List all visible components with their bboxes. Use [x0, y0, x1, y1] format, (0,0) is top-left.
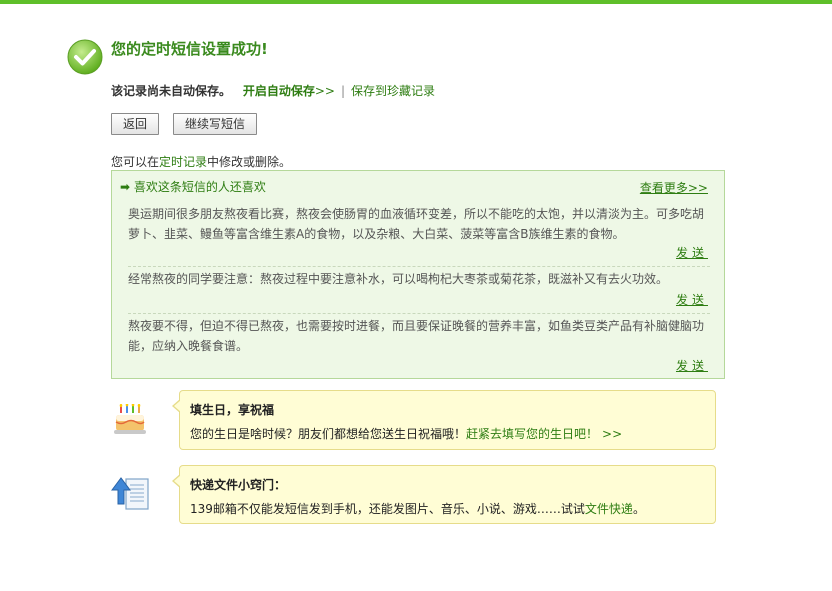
view-more-link[interactable]: 查看更多>> [640, 179, 708, 196]
message-item: 熬夜要不得，但迫不得已熬夜，也需要按时进餐，而且要保证晚餐的营养丰富，如鱼类豆类… [128, 316, 708, 356]
back-button[interactable]: 返回 [111, 113, 159, 135]
enable-auto-save-arrows[interactable]: >> [315, 84, 335, 98]
birthday-cake-icon [114, 404, 146, 434]
file-delivery-card: 快递文件小窍门： 139邮箱不仅能发短信发到手机，还能发图片、音乐、小说、游戏…… [172, 465, 716, 524]
file-delivery-link[interactable]: 文件快递 [585, 502, 633, 516]
file-delivery-title: 快递文件小窍门： [190, 478, 287, 492]
save-notice: 该记录尚未自动保存。 开启自动保存>> | 保存到珍藏记录 [111, 82, 435, 99]
message-line: 能，应纳入晚餐食谱。 [128, 339, 249, 353]
fill-birthday-link[interactable]: 赶紧去填写您的生日吧！ [466, 427, 598, 441]
message-line: 经常熬夜的同学要注意：熬夜过程中要注意补水，可以喝枸杞大枣茶或菊花茶，既滋补又有… [128, 272, 669, 286]
birthday-desc: 您的生日是啥时候？朋友们都想给您送生日祝福哦！ [190, 427, 467, 441]
edit-tip-prefix: 您可以在 [111, 155, 160, 169]
message-line: 奥运期间很多朋友熬夜看比赛，熬夜会使肠胃的血液循环变差，所以不能吃的太饱，并以清… [128, 207, 705, 221]
file-delivery-desc: 139邮箱不仅能发短信发到手机，还能发图片、音乐、小说、游戏……试试 [190, 502, 585, 516]
card-pointer-inner [174, 400, 181, 412]
fill-birthday-arrows[interactable]: >> [602, 427, 622, 441]
message-item: 经常熬夜的同学要注意：熬夜过程中要注意补水，可以喝枸杞大枣茶或菊花茶，既滋补又有… [128, 269, 708, 289]
file-delivery-end: 。 [632, 502, 645, 516]
send-button[interactable]: 发送 [676, 291, 708, 308]
birthday-card: 填生日，享祝福 您的生日是啥时候？朋友们都想给您送生日祝福哦！赶紧去填写您的生日… [172, 390, 716, 450]
separator: | [340, 84, 346, 98]
arrow-right-icon: ➡ [120, 180, 131, 194]
enable-auto-save-link[interactable]: 开启自动保存 [243, 84, 315, 98]
top-accent-bar [0, 0, 832, 4]
message-line: 熬夜要不得，但迫不得已熬夜，也需要按时进餐，而且要保证晚餐的营养丰富，如鱼类豆类… [128, 319, 705, 333]
card-pointer-inner [174, 475, 181, 487]
panel-header-text: 喜欢这条短信的人还喜欢 [133, 180, 266, 194]
file-upload-icon [111, 477, 149, 510]
panel-header: ➡ 喜欢这条短信的人还喜欢 [120, 178, 266, 195]
scheduled-records-link[interactable]: 定时记录 [159, 155, 207, 169]
divider [128, 313, 710, 314]
send-button[interactable]: 发送 [676, 357, 708, 374]
divider [128, 266, 710, 267]
edit-tip: 您可以在定时记录中修改或删除。 [111, 153, 291, 170]
success-check-icon [67, 39, 103, 75]
recommended-messages-panel: ➡ 喜欢这条短信的人还喜欢 查看更多>> 奥运期间很多朋友熬夜看比赛，熬夜会使肠… [111, 170, 725, 379]
birthday-title: 填生日，享祝福 [190, 403, 275, 417]
file-delivery-text: 139邮箱不仅能发短信发到手机，还能发图片、音乐、小说、游戏……试试文件快递。 [190, 500, 645, 517]
save-to-favorites-link[interactable]: 保存到珍藏记录 [351, 84, 435, 98]
save-notice-text: 该记录尚未自动保存。 [111, 84, 232, 98]
send-button[interactable]: 发送 [676, 244, 708, 261]
page-title: 您的定时短信设置成功! [111, 40, 268, 58]
edit-tip-suffix: 中修改或删除。 [207, 155, 292, 169]
continue-writing-button[interactable]: 继续写短信 [173, 113, 257, 135]
message-item: 奥运期间很多朋友熬夜看比赛，熬夜会使肠胃的血液循环变差，所以不能吃的太饱，并以清… [128, 204, 708, 244]
message-line: 萝卜、韭菜、鳗鱼等富含维生素A的食物，以及杂粮、大白菜、菠菜等富含B族维生素的食… [128, 227, 625, 241]
birthday-text: 您的生日是啥时候？朋友们都想给您送生日祝福哦！赶紧去填写您的生日吧！ >> [190, 425, 622, 442]
